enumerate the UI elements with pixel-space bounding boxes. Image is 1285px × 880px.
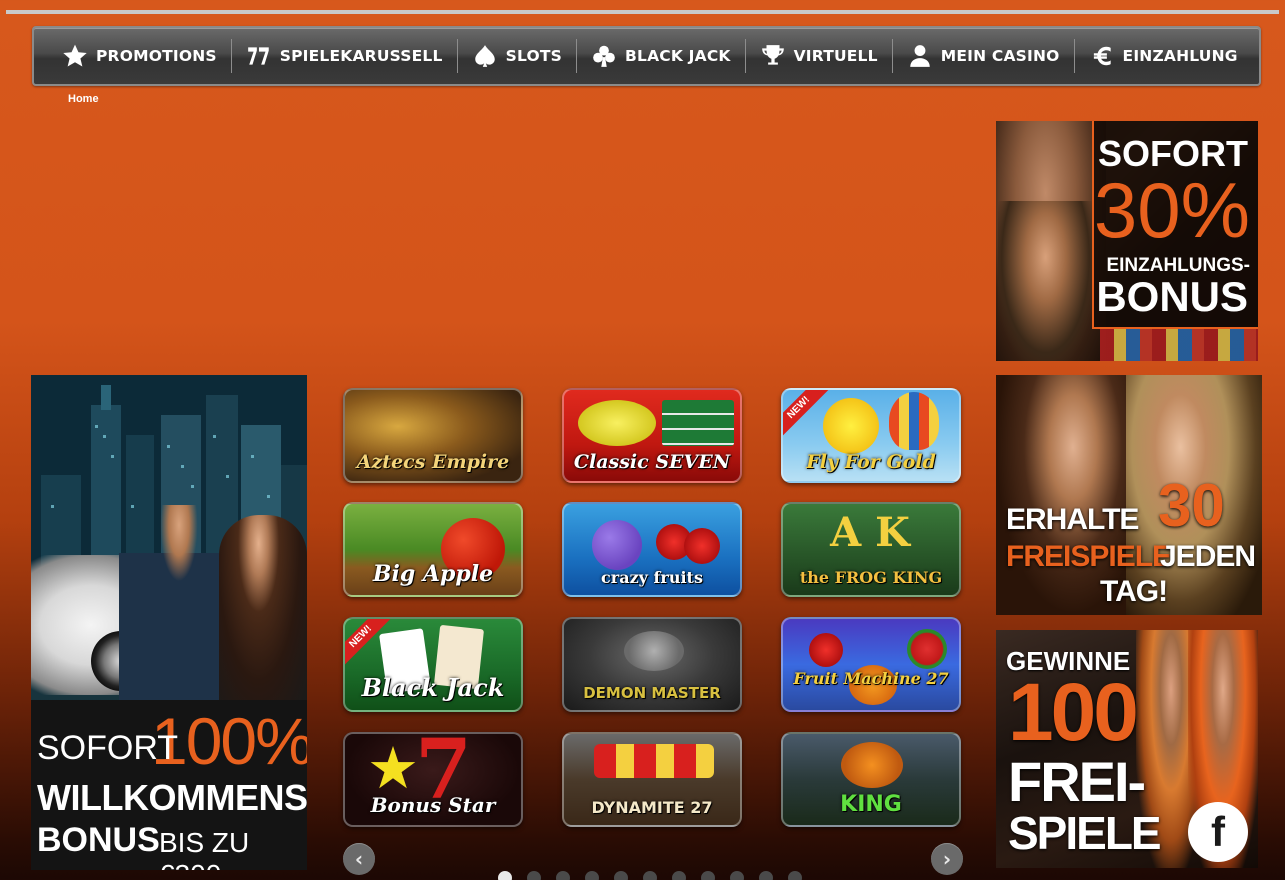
nav-label: SPIELEKARUSSELL xyxy=(279,47,443,65)
nav-label: SLOTS xyxy=(505,47,562,65)
game-tile-fruit-machine-27[interactable]: Fruit Machine 27 xyxy=(781,617,961,712)
carousel-dot[interactable] xyxy=(759,871,773,880)
star-icon xyxy=(62,43,88,69)
banner-photo xyxy=(998,201,1093,361)
euro-icon xyxy=(1089,43,1115,69)
nav-label: PROMOTIONS xyxy=(96,47,217,65)
carousel-next-button[interactable]: › xyxy=(931,843,963,875)
game-title: the FROG KING xyxy=(799,568,943,587)
game-title: Big Apple xyxy=(372,561,494,587)
nav-label: EINZAHLUNG xyxy=(1122,47,1238,65)
facebook-icon[interactable]: f xyxy=(1188,802,1248,862)
game-title: DEMON MASTER xyxy=(583,684,721,702)
carousel-dot[interactable] xyxy=(498,871,512,880)
nav-label: VIRTUELL xyxy=(793,47,878,65)
nav-slots[interactable]: SLOTS xyxy=(458,39,577,73)
carousel-prev-button[interactable]: ‹ xyxy=(343,843,375,875)
banner-photo xyxy=(219,515,307,705)
banner-subline: BIS ZU €300 xyxy=(159,827,250,870)
carousel-dot[interactable] xyxy=(585,871,599,880)
nav-label: MEIN CASINO xyxy=(940,47,1060,65)
slot-reels-image xyxy=(1100,329,1258,361)
deposit-bonus-banner[interactable]: SOFORT 30% EINZAHLUNGS- BONUS xyxy=(996,121,1258,361)
game-tile-dynamite-27[interactable]: DYNAMITE 27 xyxy=(562,732,742,827)
trophy-icon xyxy=(760,43,786,69)
banner-subline: FREI- xyxy=(1008,750,1146,813)
nav-black-jack[interactable]: BLACK JACK xyxy=(577,39,746,73)
club-icon xyxy=(591,43,617,69)
game-tile-big-apple[interactable]: Big Apple xyxy=(343,502,523,597)
banner-subline: JEDEN xyxy=(1160,540,1256,573)
game-title: Aztecs Empire xyxy=(356,451,510,473)
nav-einzahlung[interactable]: EINZAHLUNG xyxy=(1075,39,1252,73)
carousel-dot[interactable] xyxy=(730,871,744,880)
game-title: Fly For Gold xyxy=(806,451,936,473)
banner-subline: TAG! xyxy=(1100,575,1168,608)
carousel-dot[interactable] xyxy=(643,871,657,880)
banner-headline: SOFORT xyxy=(37,729,179,767)
carousel-dot[interactable] xyxy=(672,871,686,880)
daily-free-spins-banner[interactable]: ERHALTE 30 FREISPIELE JEDEN TAG! xyxy=(996,375,1262,615)
game-tile-crazy-fruits[interactable]: crazy fruits xyxy=(562,502,742,597)
breadcrumb-home[interactable]: Home xyxy=(68,93,99,105)
main-navigation: PROMOTIONS SPIELEKARUSSELL SLOTS BLACK J… xyxy=(32,26,1261,86)
game-tile-frog-king[interactable]: A K the FROG KING xyxy=(781,502,961,597)
game-title: Bonus Star xyxy=(370,793,496,817)
nav-promotions[interactable]: PROMOTIONS xyxy=(58,39,232,73)
game-title: Classic SEVEN xyxy=(573,451,731,473)
nav-label: BLACK JACK xyxy=(624,47,731,65)
game-tile-classic-seven[interactable]: Classic SEVEN xyxy=(562,388,742,483)
banner-headline: ERHALTE xyxy=(1006,503,1139,536)
spade-icon xyxy=(472,43,498,69)
nav-virtuell[interactable]: VIRTUELL xyxy=(746,39,893,73)
carousel-dot[interactable] xyxy=(614,871,628,880)
game-tile-fly-for-gold[interactable]: Fly For Gold NEW! xyxy=(781,388,961,483)
banner-subline: SPIELE xyxy=(1008,807,1162,859)
nav-spielekarussell[interactable]: SPIELEKARUSSELL xyxy=(232,39,458,73)
game-title: DYNAMITE 27 xyxy=(591,798,713,817)
game-tile-bonus-star[interactable]: ★ 7 Bonus Star xyxy=(343,732,523,827)
game-title: KING xyxy=(840,792,902,817)
nav-mein-casino[interactable]: MEIN CASINO xyxy=(893,39,1075,73)
game-title: Black Jack xyxy=(361,673,505,702)
welcome-bonus-banner[interactable]: 100% SOFORT WILLKOMMENS- BONUS BIS ZU €3… xyxy=(31,375,307,870)
carousel-pagination xyxy=(498,871,802,880)
facebook-free-spins-banner[interactable]: GEWINNE 100 FREI- SPIELE f xyxy=(996,630,1258,868)
games-grid: Aztecs Empire Classic SEVEN Fly For Gold… xyxy=(343,388,963,828)
banner-subline: WILLKOMMENS- xyxy=(37,777,307,818)
banner-subline: BONUS xyxy=(37,821,160,859)
banner-percent: 30% xyxy=(1093,166,1250,254)
carousel-dot[interactable] xyxy=(788,871,802,880)
banner-subline: FREISPIELE xyxy=(1006,540,1172,573)
game-tile-demon-master[interactable]: DEMON MASTER xyxy=(562,617,742,712)
carousel-dot[interactable] xyxy=(556,871,570,880)
slot-seven-icon xyxy=(246,43,272,69)
banner-number: 100 xyxy=(1008,667,1139,758)
game-tile-aztecs-empire[interactable]: Aztecs Empire xyxy=(343,388,523,483)
game-tile-king[interactable]: KING xyxy=(781,732,961,827)
user-icon xyxy=(907,43,933,69)
carousel-dot[interactable] xyxy=(701,871,715,880)
game-title: crazy fruits xyxy=(601,568,703,587)
banner-number: 30 xyxy=(1158,472,1225,539)
banner-subline: BONUS xyxy=(1096,273,1248,320)
game-title: Fruit Machine 27 xyxy=(793,669,949,688)
carousel-dot[interactable] xyxy=(527,871,541,880)
game-tile-black-jack[interactable]: Black Jack NEW! xyxy=(343,617,523,712)
